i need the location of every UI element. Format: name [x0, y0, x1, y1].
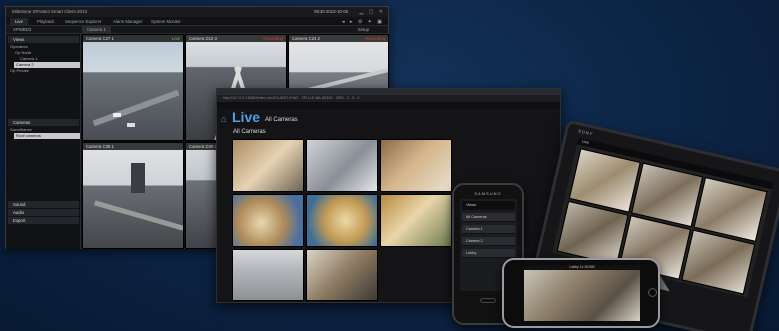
phone-list-item[interactable]: Camera 1: [462, 225, 515, 234]
camera-label: Camera C35 1: [83, 143, 183, 150]
phone-brand: SAMSUNG: [474, 191, 502, 196]
sidebar: Views Operators Op North Camera 1 Camera…: [6, 34, 81, 249]
tab-playback[interactable]: Playback: [32, 18, 59, 26]
tablet-camera-tile[interactable]: [556, 200, 629, 266]
phone-list-item[interactable]: Camera 2: [462, 237, 515, 246]
web-camera-grid: [232, 139, 452, 301]
home-icon[interactable]: ⌂: [221, 114, 226, 124]
view-bar: XPWBD3 Camera 1 Setup: [6, 26, 388, 34]
live-heading: Live: [232, 109, 261, 125]
camera-status: Live: [172, 36, 180, 41]
camera-status: Recording: [365, 36, 385, 41]
audio-panel-header[interactable]: Audio: [8, 209, 79, 216]
web-camera-tile[interactable]: [380, 139, 452, 192]
sound-panel-header[interactable]: Sound: [8, 201, 79, 208]
web-menu-bar: [217, 102, 560, 109]
tab-sequence-explorer[interactable]: Sequence Explorer: [60, 18, 107, 26]
phone-list-item[interactable]: All Cameras: [462, 213, 515, 222]
web-camera-tile[interactable]: [232, 194, 304, 247]
phone-list-item[interactable]: Lobby: [462, 249, 515, 258]
main-tab-bar: Live Playback Sequence Explorer Alarm Ma…: [6, 17, 388, 26]
camera-label: Camera C27 1: [83, 35, 183, 42]
view-tab[interactable]: XPWBD3: [8, 26, 36, 34]
iphone-camera-feed[interactable]: [524, 270, 640, 321]
clock: 08:30 2013-10-06: [314, 9, 348, 14]
tab-live[interactable]: Live: [10, 18, 28, 26]
address-bar[interactable]: http://127.0.0.1:8081/Index.html?CLIENT=…: [217, 95, 560, 102]
web-camera-tile[interactable]: [306, 194, 378, 247]
web-camera-tile[interactable]: [232, 139, 304, 192]
web-camera-tile[interactable]: [380, 194, 452, 247]
iphone-screen: Lobby 11:15:000: [524, 265, 640, 321]
camera-tile[interactable]: Camera C27 1 Live: [82, 34, 184, 141]
page-subtitle: All Cameras: [233, 129, 266, 135]
tablet-brand: SONY: [577, 128, 594, 137]
web-camera-tile[interactable]: [232, 249, 304, 301]
tab-alarm-manager[interactable]: Alarm Manager: [108, 18, 147, 26]
home-button[interactable]: [480, 298, 496, 303]
tree-item-op-private[interactable]: Op Private: [10, 68, 29, 74]
web-camera-tile[interactable]: [306, 249, 378, 301]
smart-client-title: Milestone XProtect Smart Client 2013: [12, 9, 88, 14]
iphone-home-button[interactable]: [648, 288, 657, 297]
cameras-panel-header[interactable]: Cameras: [8, 119, 79, 126]
iphone-device: Lobby 11:15:000: [502, 258, 660, 328]
window-controls[interactable]: ▁ ▢ ✕: [359, 9, 385, 15]
tab-system-monitor[interactable]: System Monitor: [146, 18, 186, 26]
export-panel-header[interactable]: Export: [8, 217, 79, 224]
toolbar-icons[interactable]: ◂ ▸ ⚙ ✦ ▣: [342, 19, 384, 25]
phone-header: Views: [462, 201, 515, 210]
camera-tile[interactable]: Camera C35 1: [82, 142, 184, 249]
breadcrumb[interactable]: All Cameras: [265, 117, 298, 123]
web-camera-tile[interactable]: [306, 139, 378, 192]
view-selector[interactable]: Camera 1: [82, 26, 111, 34]
views-panel-header[interactable]: Views: [8, 36, 79, 43]
tree-item-roof-cameras[interactable]: Roof cameras: [14, 133, 80, 139]
setup-button[interactable]: Setup: [353, 26, 374, 34]
camera-status: Recording: [263, 36, 283, 41]
